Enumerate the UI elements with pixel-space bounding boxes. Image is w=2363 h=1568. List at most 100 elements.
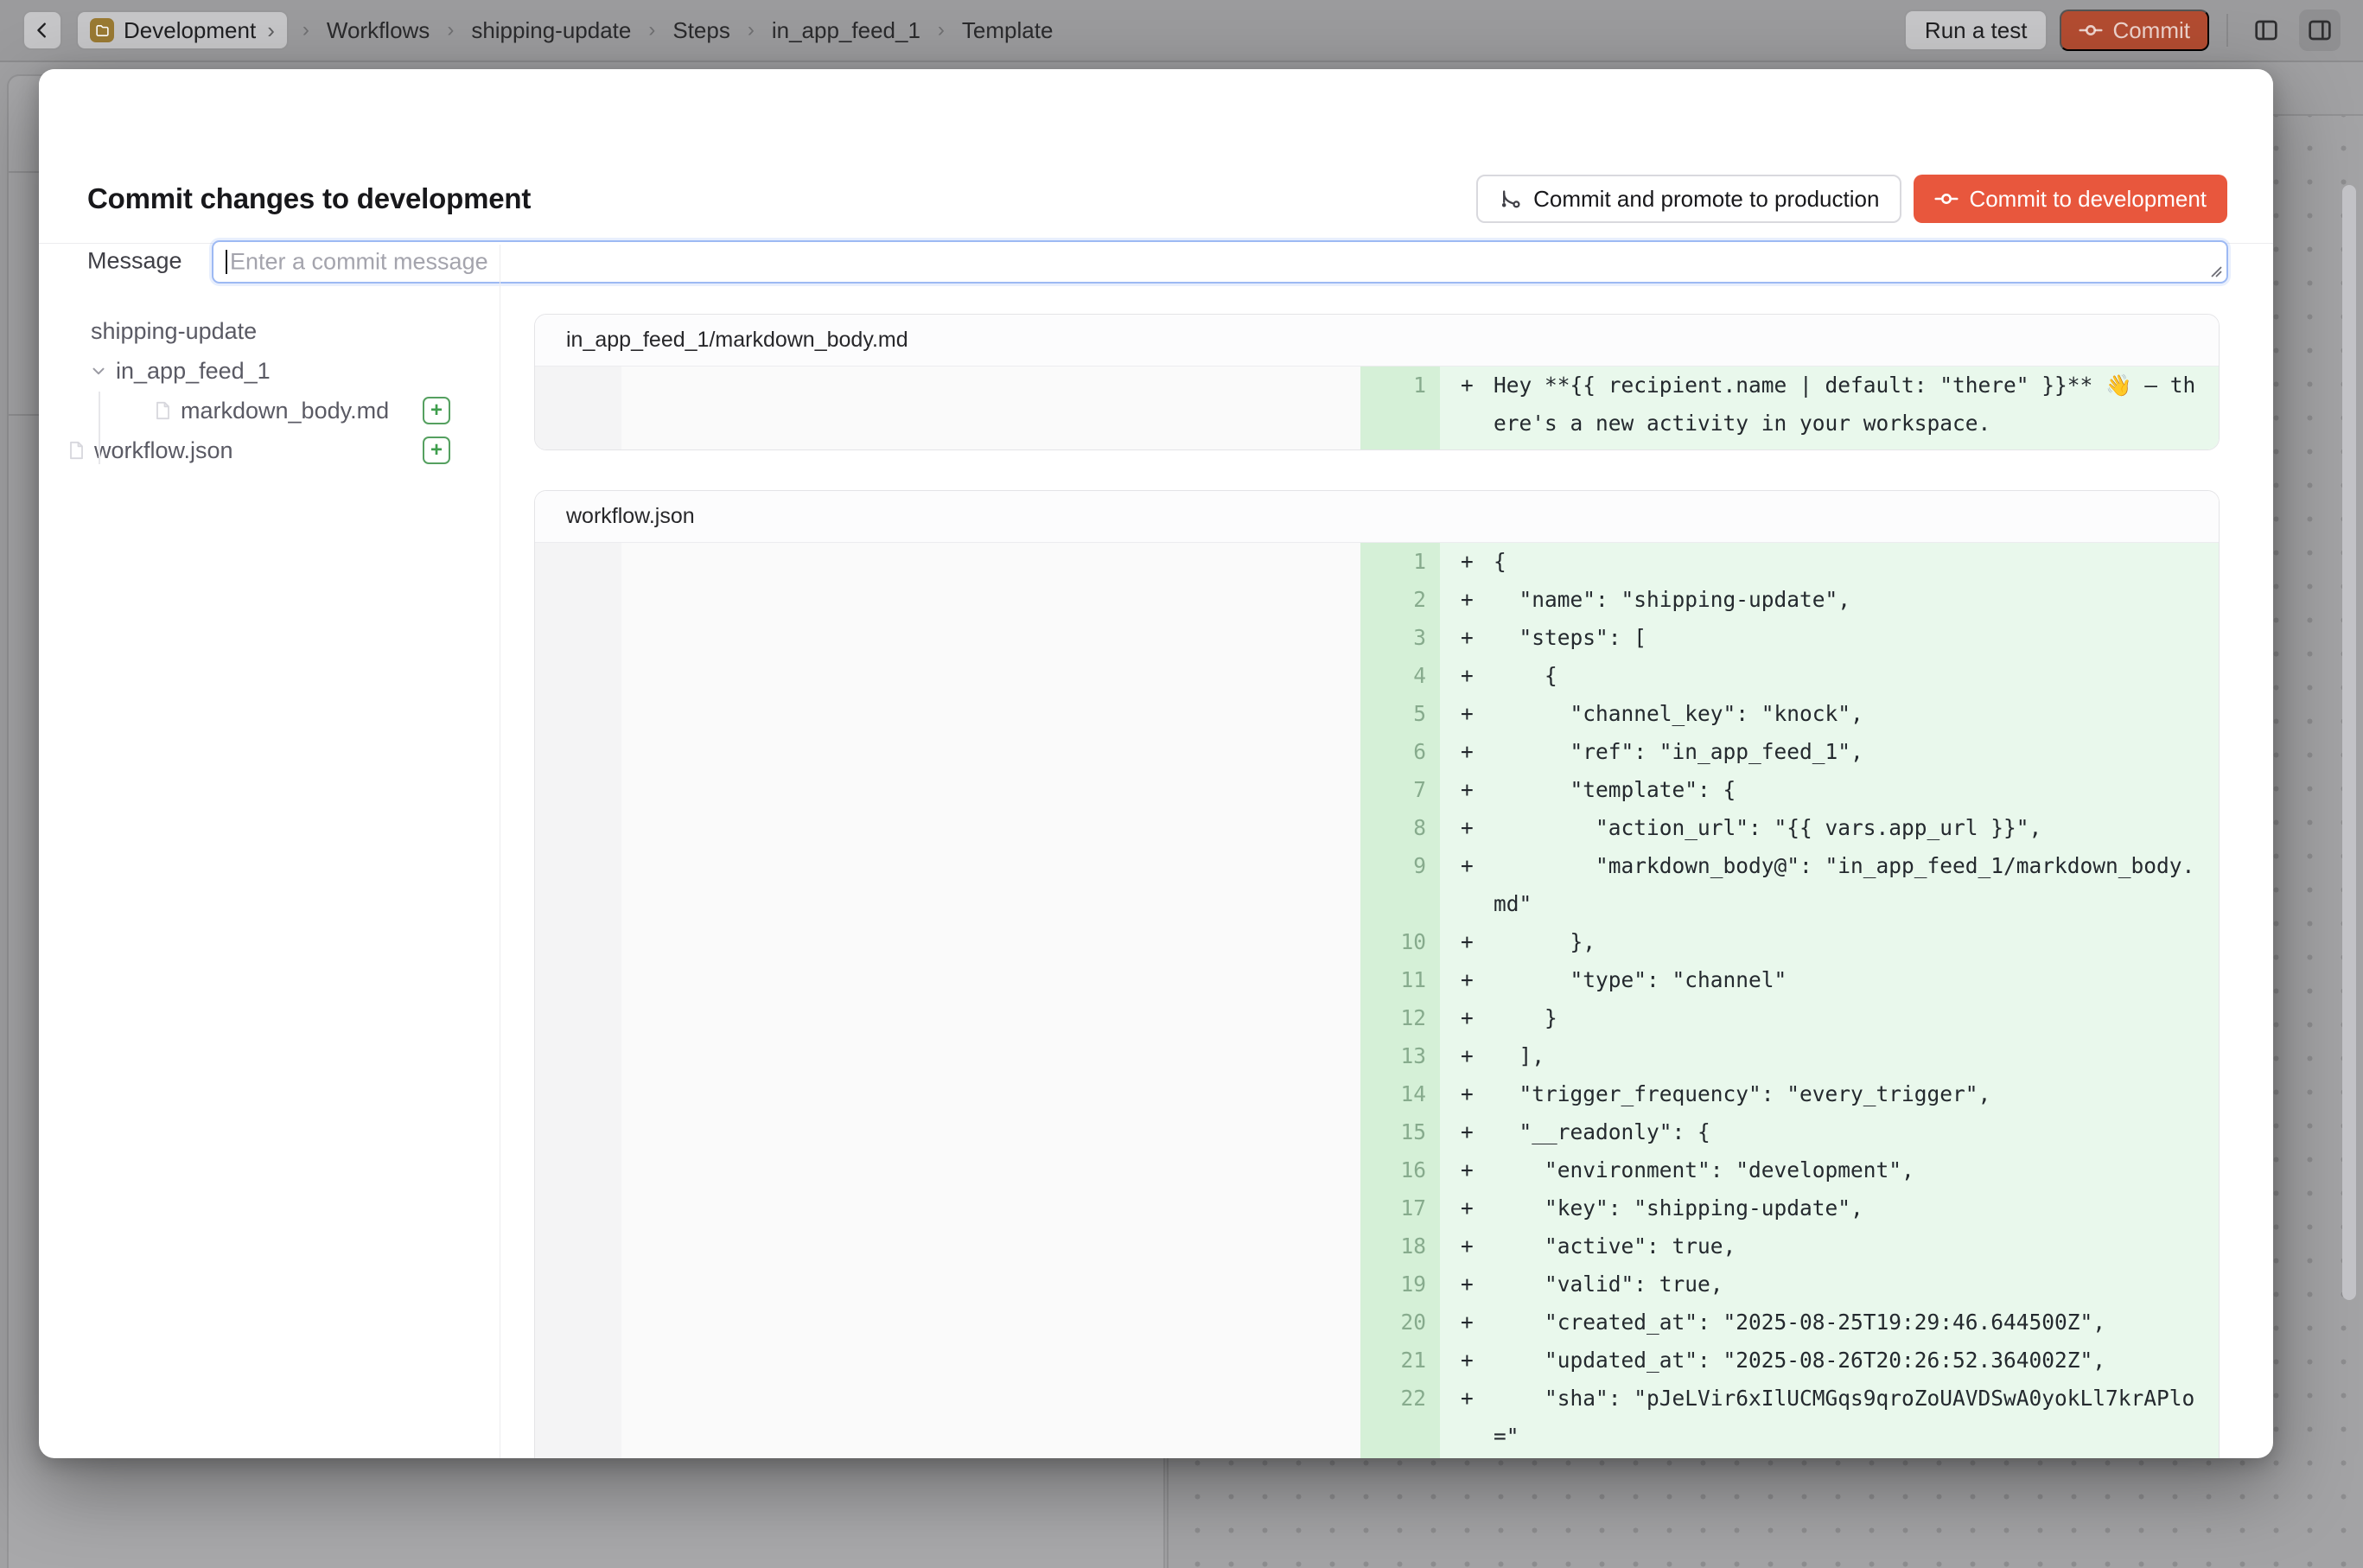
- commit-button[interactable]: Commit: [2060, 10, 2209, 51]
- diff-old-gutter: [535, 1303, 621, 1342]
- diff-line-text: "markdown_body@": "in_app_feed_1/markdow…: [1494, 847, 2207, 923]
- git-commit-icon: [1934, 187, 1959, 211]
- diff-new-code: +{: [1440, 543, 2219, 581]
- environment-selector[interactable]: Development ›: [76, 10, 289, 50]
- breadcrumb-item[interactable]: Steps: [672, 17, 730, 44]
- diff-line-text: {: [1494, 543, 2207, 581]
- diff-old-gutter: [535, 733, 621, 771]
- left-panel-toggle-button[interactable]: [2245, 10, 2287, 51]
- diff-added-sign: +: [1461, 923, 1494, 961]
- commit-to-development-button[interactable]: Commit to development: [1914, 175, 2227, 223]
- diff-line-number: 16: [1360, 1151, 1440, 1189]
- diff-line-number: 11: [1360, 961, 1440, 999]
- diff-old-gutter: [535, 1265, 621, 1303]
- diff-file-header: in_app_feed_1/markdown_body.md: [535, 315, 2219, 367]
- diff-line-text: "active": true,: [1494, 1227, 2207, 1265]
- diff-line: 13+ ],: [535, 1037, 2219, 1075]
- diff-line-text: },: [1494, 923, 2207, 961]
- diff-new-code: + "active": true,: [1440, 1227, 2219, 1265]
- diff-old-gutter: [535, 1380, 621, 1456]
- diff-old-code: [621, 1227, 1360, 1265]
- diff-line-text: }: [1494, 1456, 2207, 1458]
- diff-line-number: 5: [1360, 695, 1440, 733]
- diff-old-gutter: [535, 619, 621, 657]
- file-added-badge: +: [423, 437, 450, 464]
- diff-new-code: + "template": {: [1440, 771, 2219, 809]
- diff-old-code: [621, 657, 1360, 695]
- breadcrumb-item[interactable]: Template: [962, 17, 1054, 44]
- diff-added-sign: +: [1461, 1227, 1494, 1265]
- diff-new-code: + "markdown_body@": "in_app_feed_1/markd…: [1440, 847, 2219, 923]
- diff-added-sign: +: [1461, 1037, 1494, 1075]
- chevron-left-icon: [33, 21, 52, 40]
- chevron-down-icon[interactable]: [89, 361, 108, 380]
- diff-line-text: "trigger_frequency": "every_trigger",: [1494, 1075, 2207, 1113]
- diff-line-text: "__readonly": {: [1494, 1113, 2207, 1151]
- modal-scrollbar-thumb[interactable]: [2342, 185, 2356, 1300]
- diff-line-text: "updated_at": "2025-08-26T20:26:52.36400…: [1494, 1342, 2207, 1380]
- diff-added-sign: +: [1461, 1189, 1494, 1227]
- diff-old-gutter: [535, 695, 621, 733]
- diff-old-code: [621, 771, 1360, 809]
- tree-file-item[interactable]: workflow.json +: [39, 430, 500, 470]
- diff-line-text: "created_at": "2025-08-25T19:29:46.64450…: [1494, 1303, 2207, 1342]
- right-panel-toggle-button[interactable]: [2299, 10, 2341, 51]
- diff-line-number: 15: [1360, 1113, 1440, 1151]
- breadcrumb-item[interactable]: Workflows: [327, 17, 430, 44]
- diff-line-number: 23: [1360, 1456, 1440, 1458]
- breadcrumb-item[interactable]: shipping-update: [471, 17, 631, 44]
- diff-old-gutter: [535, 961, 621, 999]
- diff-old-code: [621, 443, 1360, 449]
- tree-root-item[interactable]: shipping-update: [39, 311, 500, 351]
- diff-added-sign: +: [1461, 1113, 1494, 1151]
- diff-body: 1+{2+ "name": "shipping-update",3+ "step…: [535, 543, 2219, 1458]
- breadcrumb-item[interactable]: in_app_feed_1: [772, 17, 920, 44]
- diff-new-code: + "__readonly": {: [1440, 1113, 2219, 1151]
- diff-old-code: [621, 695, 1360, 733]
- back-button[interactable]: [22, 10, 62, 50]
- promote-branch-icon: [1499, 188, 1522, 211]
- diff-panel: in_app_feed_1/markdown_body.md1+Hey **{{…: [534, 314, 2220, 450]
- commit-and-promote-button[interactable]: Commit and promote to production: [1476, 175, 1901, 223]
- diff-line: 14+ "trigger_frequency": "every_trigger"…: [535, 1075, 2219, 1113]
- diff-new-code: + "steps": [: [1440, 619, 2219, 657]
- diff-old-code: [621, 999, 1360, 1037]
- panel-left-icon: [2252, 16, 2280, 44]
- diff-line-text: "ref": "in_app_feed_1",: [1494, 733, 2207, 771]
- diff-old-gutter: [535, 1342, 621, 1380]
- diff-added-sign: +: [1461, 771, 1494, 809]
- breadcrumb-separator: ›: [303, 18, 309, 42]
- diff-new-code: + "valid": true,: [1440, 1265, 2219, 1303]
- diff-line: 18+ "active": true,: [535, 1227, 2219, 1265]
- breadcrumb-separator: ›: [648, 18, 655, 42]
- diff-new-code: + }: [1440, 999, 2219, 1037]
- diff-old-gutter: [535, 1189, 621, 1227]
- diff-line: 4+ {: [535, 657, 2219, 695]
- diff-added-sign: +: [1461, 619, 1494, 657]
- tree-folder-item[interactable]: in_app_feed_1: [39, 351, 500, 391]
- diff-old-code: [621, 619, 1360, 657]
- diff-line-text: {: [1494, 657, 2207, 695]
- diff-line-number: 6: [1360, 733, 1440, 771]
- diff-added-sign: +: [1461, 1380, 1494, 1456]
- tree-file-item[interactable]: markdown_body.md +: [39, 391, 500, 430]
- environment-label: Development: [124, 17, 256, 44]
- diff-line-number: 17: [1360, 1189, 1440, 1227]
- diff-line-text: "type": "channel": [1494, 961, 2207, 999]
- diff-old-code: [621, 581, 1360, 619]
- diff-old-gutter: [535, 999, 621, 1037]
- panel-right-icon: [2306, 16, 2334, 44]
- diff-line-number: 8: [1360, 809, 1440, 847]
- run-test-button[interactable]: Run a test: [1904, 10, 2048, 51]
- diff-new-code: + "updated_at": "2025-08-26T20:26:52.364…: [1440, 1342, 2219, 1380]
- diff-new-code: + ],: [1440, 1037, 2219, 1075]
- diff-old-code: [621, 1303, 1360, 1342]
- diff-line-text: "template": {: [1494, 771, 2207, 809]
- diff-added-sign: +: [1461, 1456, 1494, 1458]
- diff-new-code: + "ref": "in_app_feed_1",: [1440, 733, 2219, 771]
- diff-line: 10+ },: [535, 923, 2219, 961]
- diff-line-text: }: [1494, 999, 2207, 1037]
- diff-line-text: "sha": "pJeLVir6xIlUCMGqs9qroZoUAVDSwA0y…: [1494, 1380, 2207, 1456]
- diff-new-code: + {: [1440, 657, 2219, 695]
- diff-old-gutter: [535, 847, 621, 923]
